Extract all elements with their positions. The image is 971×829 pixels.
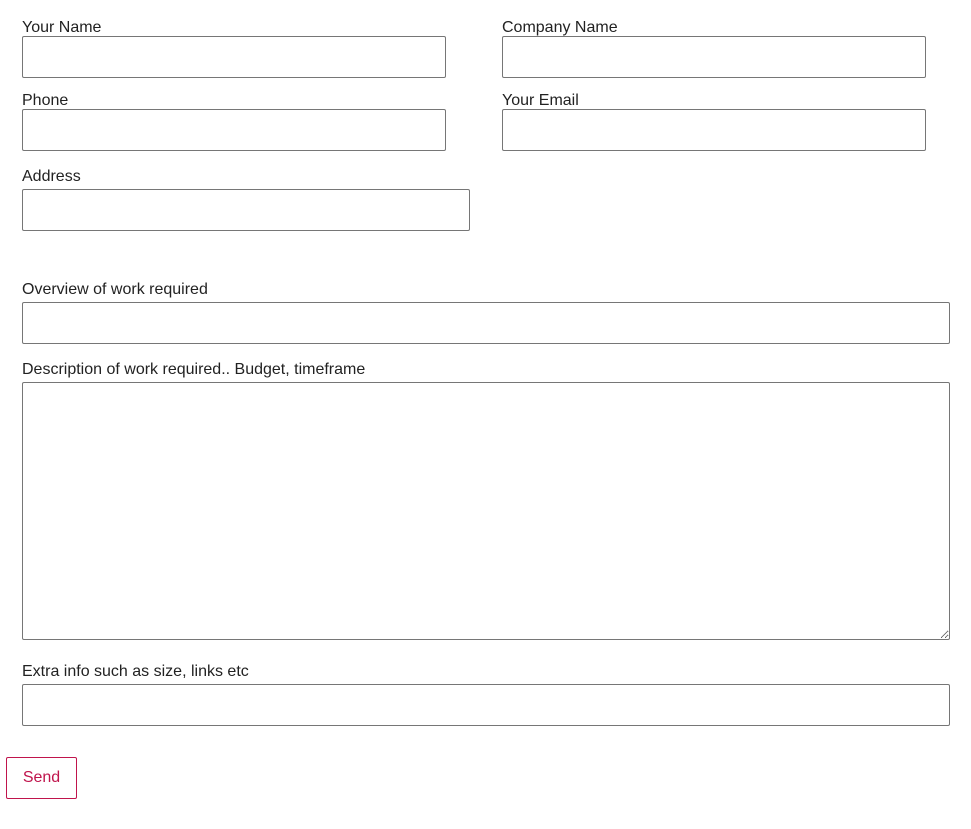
your-name-input[interactable]: [22, 36, 446, 78]
send-button[interactable]: Send: [6, 757, 77, 799]
description-label: Description of work required.. Budget, t…: [22, 361, 366, 378]
phone-input[interactable]: [22, 109, 446, 151]
extra-info-input[interactable]: [22, 684, 950, 726]
overview-input[interactable]: [22, 302, 950, 344]
company-name-input[interactable]: [502, 36, 926, 78]
address-label: Address: [22, 168, 81, 185]
your-email-input[interactable]: [502, 109, 926, 151]
your-name-label: Your Name: [22, 19, 102, 36]
your-email-label: Your Email: [502, 92, 579, 109]
contact-form: Your Name Company Name Phone Your Email …: [0, 0, 971, 829]
overview-label: Overview of work required: [22, 281, 208, 298]
address-input[interactable]: [22, 189, 470, 231]
phone-label: Phone: [22, 92, 69, 109]
extra-info-label: Extra info such as size, links etc: [22, 663, 249, 680]
description-textarea[interactable]: [22, 382, 950, 640]
company-name-label: Company Name: [502, 19, 618, 36]
